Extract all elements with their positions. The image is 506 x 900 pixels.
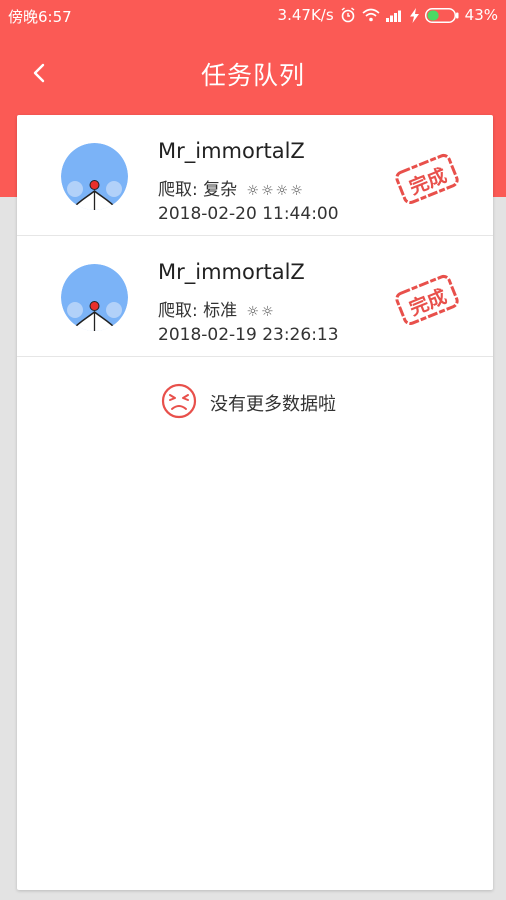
charging-icon — [409, 7, 419, 23]
task-list-card: Mr_immortalZ 爬取: 复杂 ☼☼☼☼ 2018-02-20 11:4… — [17, 115, 493, 890]
page-title: 任务队列 — [200, 61, 305, 90]
task-row[interactable]: Mr_immortalZ 爬取: 复杂 ☼☼☼☼ 2018-02-20 11:4… — [17, 115, 493, 236]
network-speed: 3.47K/s — [277, 6, 334, 24]
avatar — [61, 143, 128, 210]
difficulty-stars: ☼☼ — [246, 304, 276, 320]
nav-bar: 任务队列 — [0, 44, 506, 100]
difficulty-stars: ☼☼☼☼ — [246, 183, 305, 199]
status-right: 3.47K/s 43% — [278, 6, 498, 24]
completed-stamp-icon: 完成 — [395, 268, 459, 332]
crawl-label: 爬取: 标准 — [158, 301, 238, 321]
status-bar: 傍晚6:57 3.47K/s 43% — [0, 0, 506, 30]
crawl-label: 爬取: 复杂 — [158, 180, 238, 200]
avatar — [61, 264, 128, 331]
battery-percent: 43% — [464, 6, 498, 24]
no-more-text: 没有更多数据啦 — [210, 394, 336, 415]
battery-icon — [424, 7, 459, 23]
username: Mr_immortalZ — [158, 260, 305, 284]
completed-stamp-icon: 完成 — [395, 147, 459, 211]
crawl-level: 爬取: 标准 ☼☼ — [158, 296, 276, 321]
wifi-icon — [362, 8, 380, 22]
signal-icon — [385, 8, 404, 22]
status-time: 傍晚6:57 — [8, 8, 72, 26]
alarm-icon — [340, 7, 356, 23]
timestamp: 2018-02-20 11:44:00 — [158, 204, 339, 224]
username: Mr_immortalZ — [158, 139, 305, 163]
crawl-level: 爬取: 复杂 ☼☼☼☼ — [158, 175, 305, 200]
no-more-data: 没有更多数据啦 — [17, 383, 493, 419]
timestamp: 2018-02-19 23:26:13 — [158, 325, 339, 345]
task-queue-screen: 傍晚6:57 3.47K/s 43% 任务队列 Mr_immortalZ 爬取:… — [0, 0, 506, 900]
sad-face-icon — [161, 383, 197, 419]
task-row[interactable]: Mr_immortalZ 爬取: 标准 ☼☼ 2018-02-19 23:26:… — [17, 236, 493, 357]
